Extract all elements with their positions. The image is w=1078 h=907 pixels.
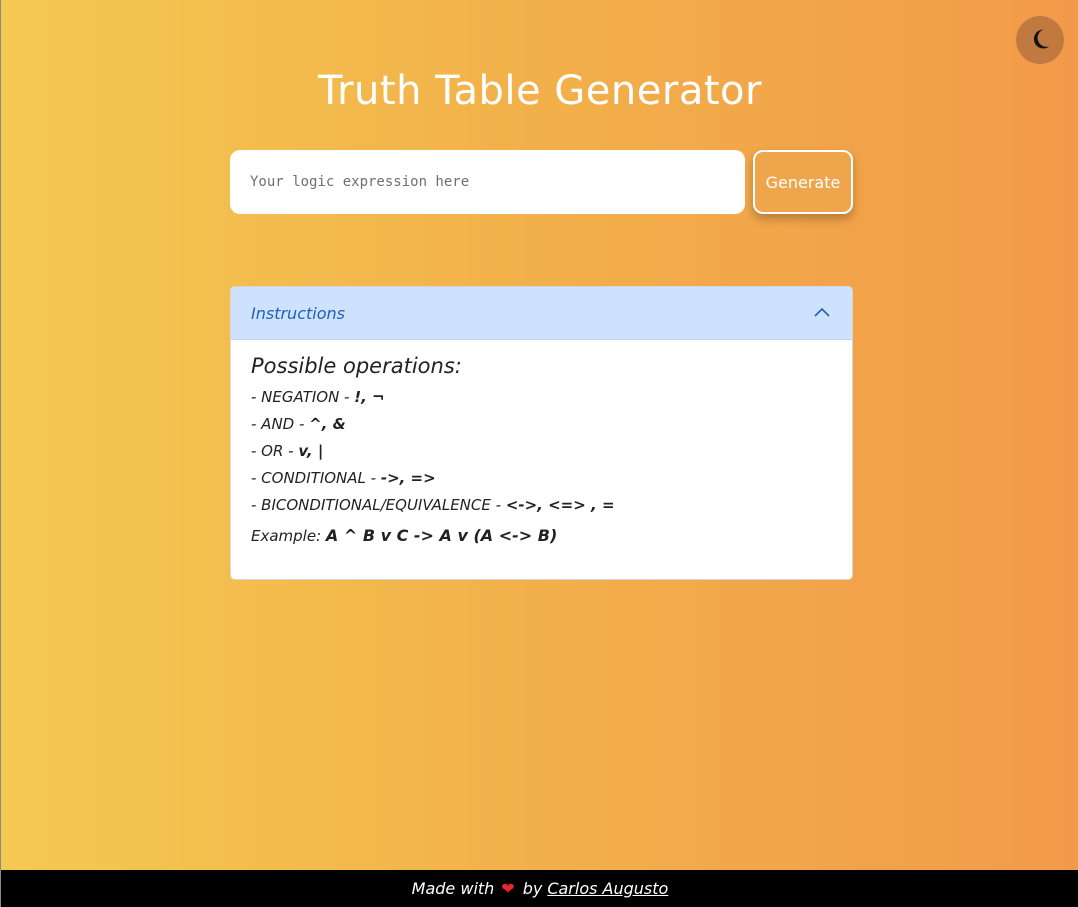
footer-by: by	[522, 879, 543, 898]
expression-form: Generate	[230, 150, 853, 214]
operation-symbols: !, ¬	[354, 388, 385, 406]
instructions-accordion: Instructions Possible operations: - NEGA…	[230, 286, 853, 580]
operation-name: - BICONDITIONAL/EQUIVALENCE -	[251, 496, 506, 514]
operation-name: - OR -	[251, 442, 299, 460]
page-title: Truth Table Generator	[318, 68, 762, 114]
operations-heading-text: Possible operations	[251, 354, 455, 378]
logic-expression-input[interactable]	[230, 150, 745, 214]
footer-made-with: Made with	[411, 879, 495, 898]
operation-name: - NEGATION -	[251, 388, 355, 406]
instructions-body: Possible operations: - NEGATION - !, ¬ -…	[231, 340, 852, 551]
chevron-up-icon	[812, 303, 832, 323]
operation-symbols: ->, =>	[380, 469, 436, 487]
moon-icon	[1028, 27, 1052, 54]
operation-symbols: <->, <=> , =	[505, 496, 615, 514]
operations-heading: Possible operations:	[251, 354, 832, 378]
operation-biconditional: - BICONDITIONAL/EQUIVALENCE - <->, <=> ,…	[251, 492, 832, 519]
operation-conditional: - CONDITIONAL - ->, =>	[251, 465, 832, 492]
author-link[interactable]: Carlos Augusto	[547, 879, 668, 898]
example-label: Example	[251, 527, 317, 545]
operation-negation: - NEGATION - !, ¬	[251, 384, 832, 411]
footer: Made with ❤ by Carlos Augusto	[1, 870, 1078, 907]
operation-name: - CONDITIONAL -	[251, 469, 381, 487]
operation-or: - OR - v, |	[251, 438, 832, 465]
example-separator: :	[316, 527, 326, 545]
operation-symbols: ^, &	[309, 415, 346, 433]
operation-name: - AND -	[251, 415, 310, 433]
generate-button[interactable]: Generate	[753, 150, 853, 214]
example-line: Example: A ^ B v C -> A v (A <-> B)	[251, 521, 832, 551]
theme-toggle-button[interactable]	[1016, 16, 1064, 64]
instructions-toggle[interactable]: Instructions	[231, 287, 852, 340]
heart-icon: ❤	[501, 879, 515, 898]
example-expression: A ^ B v C -> A v (A <-> B)	[325, 526, 558, 545]
operations-heading-colon: :	[454, 354, 462, 378]
instructions-title: Instructions	[251, 303, 345, 323]
operation-symbols: v, |	[298, 442, 324, 460]
operation-and: - AND - ^, &	[251, 411, 832, 438]
